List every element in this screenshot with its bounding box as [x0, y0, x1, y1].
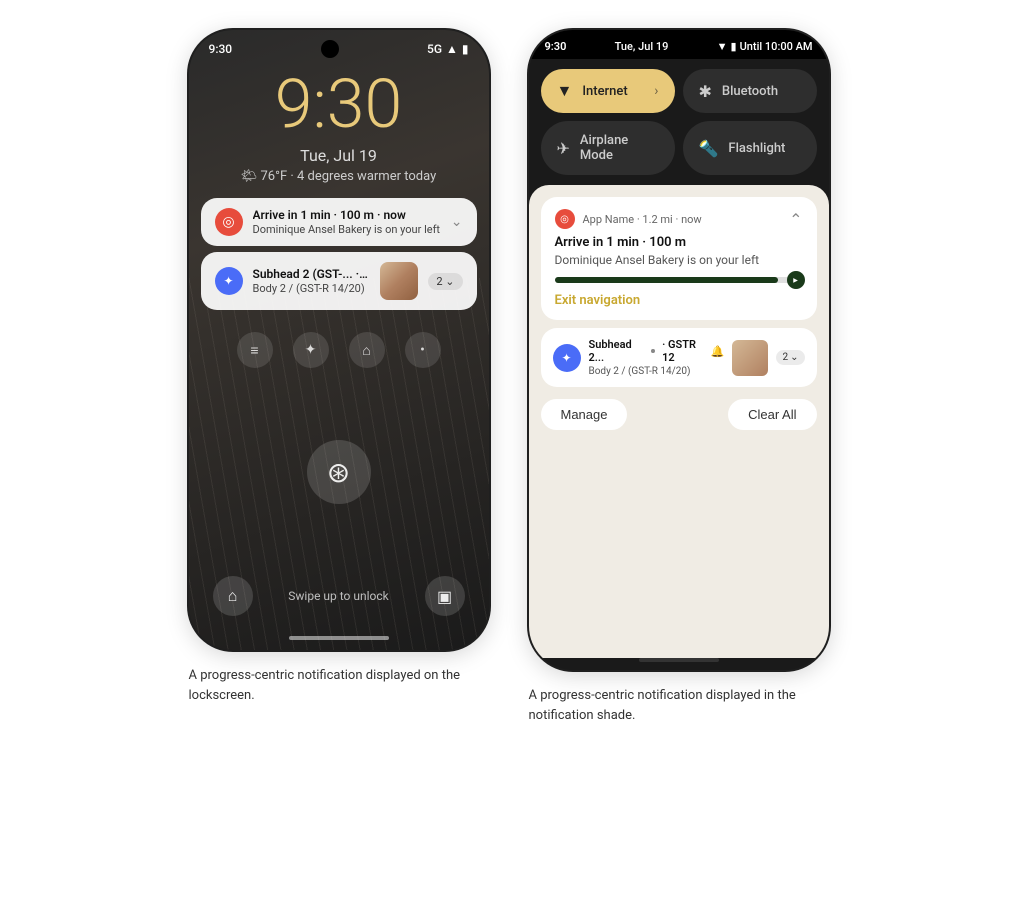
fingerprint-button[interactable]: ⊛	[307, 440, 371, 504]
shade-actions-bar: Manage Clear All	[541, 395, 817, 434]
shade-notif-header: ◎ App Name · 1.2 mi · now ⌃	[555, 209, 803, 229]
shade-second-title: Subhead 2... · GSTR 12 🔔	[589, 338, 725, 364]
shade-progress-bar	[555, 277, 803, 283]
lock-date: Tue, Jul 19	[189, 138, 489, 165]
lockscreen-phone: 9:30 5G ▲ ▮ 9:30 Tue, Jul 19 🌤 76°F · 4 …	[189, 30, 489, 650]
dock-icon-3[interactable]: ⌂	[349, 332, 385, 368]
notif-expand-icon[interactable]: ⌄	[451, 214, 463, 230]
airplane-icon: ✈	[557, 139, 570, 158]
lockscreen-section: 9:30 5G ▲ ▮ 9:30 Tue, Jul 19 🌤 76°F · 4 …	[189, 30, 489, 705]
status-time: 9:30	[209, 42, 233, 56]
shade-exit-nav-button[interactable]: Exit navigation	[555, 293, 803, 308]
qs-tile-airplane[interactable]: ✈ Airplane Mode	[541, 121, 675, 175]
clear-all-button[interactable]: Clear All	[728, 399, 816, 430]
lockscreen-content: 9:30 5G ▲ ▮ 9:30 Tue, Jul 19 🌤 76°F · 4 …	[189, 30, 489, 650]
fingerprint-area: ⊛	[189, 376, 489, 568]
recents-button[interactable]: ▣	[425, 576, 465, 616]
shade-second-badge: 2 ⌄	[776, 350, 804, 365]
wifi-icon: ▼	[717, 40, 728, 53]
shade-phone: 9:30 Tue, Jul 19 ▼ ▮ Until 10:00 AM ▼ In…	[529, 30, 829, 670]
shade-notif-title: Arrive in 1 min · 100 m	[555, 235, 803, 250]
shade-second-app-icon: ✦	[553, 344, 581, 372]
shade-second-body: Body 2 / (GST-R 14/20)	[589, 366, 725, 377]
shade-second-content: Subhead 2... · GSTR 12 🔔 Body 2 / (GST-R…	[589, 338, 725, 377]
shade-status-right: ▼ ▮ Until 10:00 AM	[717, 40, 813, 53]
lockscreen-caption: A progress-centric notification displaye…	[189, 666, 489, 705]
nav-app-icon: ◎	[215, 208, 243, 236]
quick-settings-panel: ▼ Internet › ✱ Bluetooth ✈ Airplane Mode	[529, 59, 829, 183]
shade-date: Tue, Jul 19	[615, 40, 669, 53]
shade-collapse-icon[interactable]: ⌃	[789, 210, 802, 229]
lockscreen-status-bar: 9:30 5G ▲ ▮	[189, 30, 489, 58]
lock-bottom-nav: ⌂ Swipe up to unlock ▣	[189, 568, 489, 632]
shade-notif-body: Dominique Ansel Bakery is on your left	[555, 253, 803, 267]
qs-internet-label: Internet	[582, 84, 644, 99]
notif-thumbnail	[380, 262, 418, 300]
dnd-label: Until 10:00 AM	[740, 40, 813, 53]
status-right-icons: 5G ▲ ▮	[427, 42, 469, 56]
shade-content: 9:30 Tue, Jul 19 ▼ ▮ Until 10:00 AM ▼ In…	[529, 30, 829, 670]
shade-caption: A progress-centric notification displaye…	[529, 686, 829, 725]
home-button[interactable]: ⌂	[213, 576, 253, 616]
battery-icon: ▮	[731, 40, 737, 53]
app-notif-title: Subhead 2 (GST-... · GSTR 12	[253, 267, 371, 281]
nav-notif-body: Dominique Ansel Bakery is on your left	[253, 223, 441, 236]
lock-weather: 🌤 76°F · 4 degrees warmer today	[189, 165, 489, 184]
app-notif-icon: ✦	[215, 267, 243, 295]
shade-app-icon: ◎	[555, 209, 575, 229]
shade-second-thumbnail	[732, 340, 768, 376]
qs-tile-flashlight[interactable]: 🔦 Flashlight	[683, 121, 817, 175]
nav-notification-card[interactable]: ◎ Arrive in 1 min · 100 m · now Dominiqu…	[201, 198, 477, 246]
dot-separator	[651, 349, 655, 353]
qs-airplane-label: Airplane Mode	[580, 133, 659, 163]
lock-notifications: ◎ Arrive in 1 min · 100 m · now Dominiqu…	[201, 198, 477, 310]
thumbnail-image	[380, 262, 418, 300]
app-notif-body: Body 2 / (GST-R 14/20)	[253, 282, 371, 295]
nav-notif-title: Arrive in 1 min · 100 m · now	[253, 208, 441, 222]
notif-count-badge: 2 ⌄	[428, 273, 462, 290]
internet-icon: ▼	[557, 81, 573, 101]
shade-second-notif-card[interactable]: ✦ Subhead 2... · GSTR 12 🔔 Body 2 / (GST…	[541, 328, 817, 387]
shade-time: 9:30	[545, 40, 567, 53]
qs-tile-internet[interactable]: ▼ Internet ›	[541, 69, 675, 113]
dock-icon-2[interactable]: ✦	[293, 332, 329, 368]
qs-bluetooth-label: Bluetooth	[722, 84, 801, 99]
lock-time-display: 9:30	[189, 58, 489, 138]
shade-app-name-label: App Name · 1.2 mi · now	[583, 213, 782, 226]
shade-status-bar: 9:30 Tue, Jul 19 ▼ ▮ Until 10:00 AM	[529, 30, 829, 59]
shade-progress-fill	[555, 277, 778, 283]
dock-icon-4[interactable]: •	[405, 332, 441, 368]
swipe-hint: Swipe up to unlock	[288, 589, 388, 603]
app-notif-content: Subhead 2 (GST-... · GSTR 12 Body 2 / (G…	[253, 267, 371, 295]
nav-notif-content: Arrive in 1 min · 100 m · now Dominique …	[253, 208, 441, 236]
notif-dot-icon: 🔔	[711, 345, 725, 358]
shade-nav-notif-card[interactable]: ◎ App Name · 1.2 mi · now ⌃ Arrive in 1 …	[541, 197, 817, 320]
home-indicator	[289, 636, 389, 640]
signal-label: 5G	[427, 42, 442, 56]
manage-button[interactable]: Manage	[541, 399, 628, 430]
shade-home-indicator	[639, 658, 719, 662]
camera-notch	[321, 40, 339, 58]
app-notification-card[interactable]: ✦ Subhead 2 (GST-... · GSTR 12 Body 2 / …	[201, 252, 477, 310]
qs-flashlight-label: Flashlight	[728, 141, 800, 156]
signal-icon: ▲	[446, 42, 458, 56]
shade-progress-thumb	[787, 271, 805, 289]
flashlight-icon: 🔦	[699, 139, 719, 158]
page-container: 9:30 5G ▲ ▮ 9:30 Tue, Jul 19 🌤 76°F · 4 …	[189, 30, 829, 725]
shade-section: 9:30 Tue, Jul 19 ▼ ▮ Until 10:00 AM ▼ In…	[529, 30, 829, 725]
bluetooth-icon: ✱	[699, 82, 712, 101]
lock-dock: ≡ ✦ ⌂ •	[189, 324, 489, 376]
notification-shade-panel: ◎ App Name · 1.2 mi · now ⌃ Arrive in 1 …	[529, 185, 829, 658]
qs-tile-bluetooth[interactable]: ✱ Bluetooth	[683, 69, 817, 113]
battery-icon: ▮	[462, 42, 469, 56]
dock-icon-1[interactable]: ≡	[237, 332, 273, 368]
internet-arrow-icon: ›	[654, 83, 658, 99]
